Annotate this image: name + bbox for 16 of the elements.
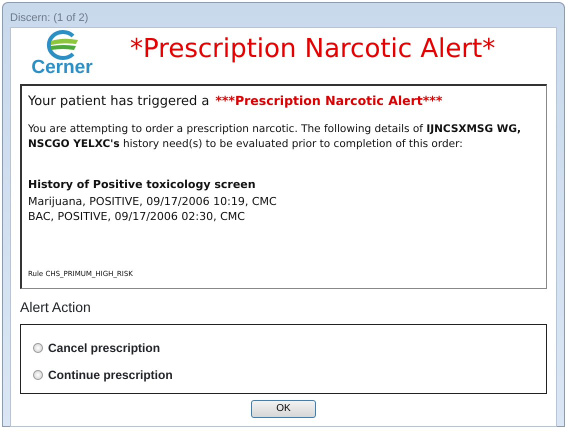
option-label[interactable]: Cancel prescription: [48, 338, 160, 356]
logo-text: Cerner: [31, 58, 93, 76]
history-title: History of Positive toxicology screen: [28, 177, 257, 193]
alert-text: ***Prescription Narcotic Alert***: [215, 92, 442, 108]
radio-button[interactable]: [33, 342, 43, 352]
details-paragraph: You are attempting to order a prescription narcotic. The following details of IJNCSXMSG WG, NSCGO YELXC's history need(s) to be evaluated prior to completion of this order:: [28, 122, 522, 152]
logo-icon: [45, 30, 79, 60]
option-label[interactable]: Continue prescription: [48, 366, 173, 384]
radio-button[interactable]: [33, 370, 43, 380]
history-entry: BAC, POSITIVE, 09/17/2006 02:30, CMC: [28, 209, 246, 226]
alert-heading: *Prescription Narcotic Alert*: [130, 34, 496, 65]
intro-text: Your patient has triggered a: [28, 94, 210, 108]
history-entry: Marijuana, POSITIVE, 09/17/2006 10:19, CMC: [28, 194, 278, 210]
window-title: Discern: (1 of 2): [10, 11, 90, 26]
ok-button[interactable]: OK: [251, 400, 316, 418]
section-label: Alert Action: [20, 298, 92, 316]
